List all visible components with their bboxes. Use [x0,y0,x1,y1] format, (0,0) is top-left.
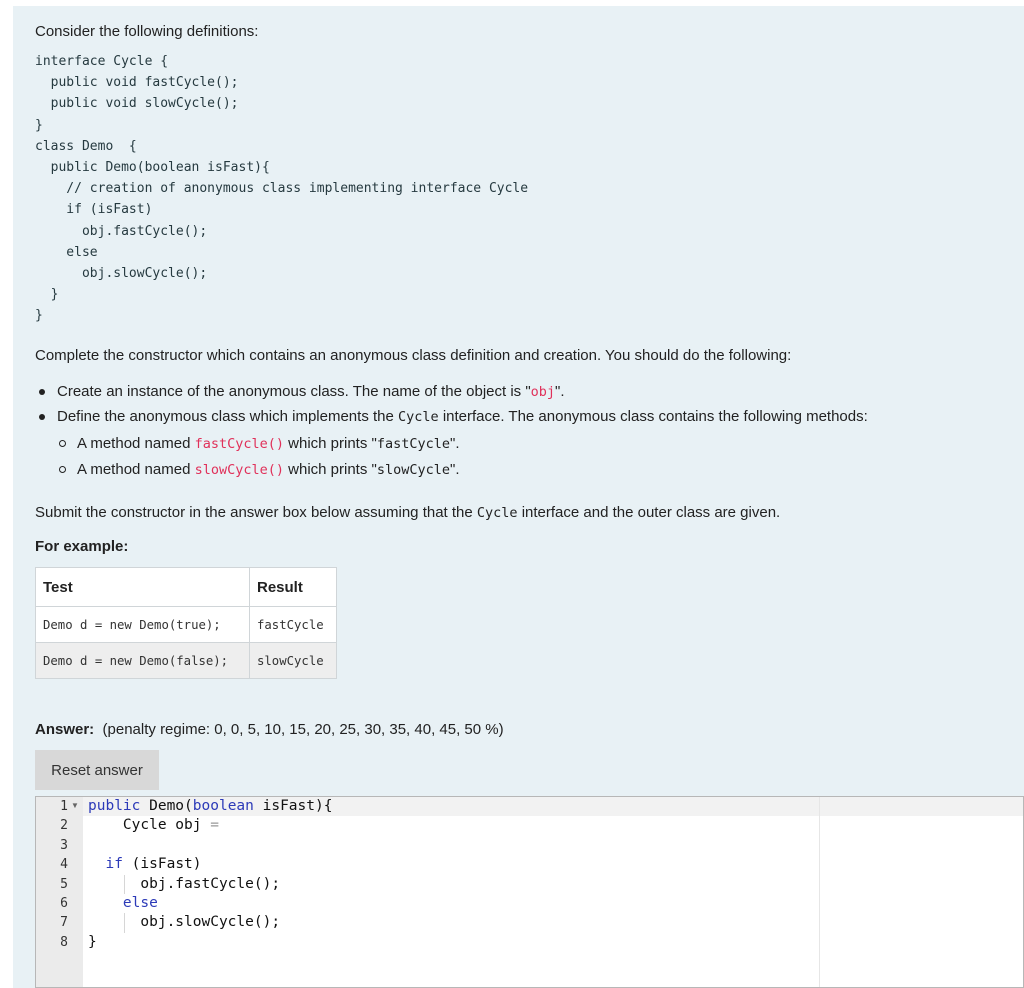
penalty-regime: (penalty regime: 0, 0, 5, 10, 15, 20, 25… [102,721,504,738]
fold-arrow-icon[interactable]: ▼ [71,801,79,810]
example-table: Test Result Demo d = new Demo(true); fas… [35,567,337,679]
print-margin [819,797,820,987]
editor-gutter: 1 2 3 4 5 6 7 8 ▼ [36,797,83,987]
task-item-create-instance: Create an instance of the anonymous clas… [37,379,868,404]
submit-instructions: Submit the constructor in the answer box… [35,504,781,521]
code-line: public void slowCycle(); [35,96,239,112]
answer-label-line: Answer: (penalty regime: 0, 0, 5, 10, 15… [35,721,504,738]
line-number: 4 [60,857,68,873]
editor-line: public Demo(boolean isFast){ [88,798,333,814]
question-panel: Consider the following definitions: inte… [13,6,1024,988]
inline-code: slowCycle [376,462,450,478]
editor-line: } [88,933,97,950]
inline-code: Cycle [476,505,518,521]
line-number: 3 [60,837,68,853]
line-number: 1 [60,799,68,814]
code-line: } [35,117,43,133]
code-line: if (isFast) [35,202,153,218]
table-cell-result: slowCycle [249,642,337,679]
code-line: // creation of anonymous class implement… [35,181,529,197]
inline-code: Cycle [398,409,439,425]
inline-code: slowCycle() [194,462,284,478]
table-header-row: Test Result [35,567,337,607]
table-header-result: Result [249,567,337,607]
method-list: A method named fastCycle() which prints … [57,431,460,483]
example-heading: For example: [35,538,129,555]
definitions-code-block: interface Cycle { public void fastCycle(… [35,51,528,327]
line-number: 2 [60,818,68,834]
code-line: } [35,287,59,303]
code-line: obj.slowCycle(); [35,266,208,282]
code-line: public void fastCycle(); [35,75,239,91]
editor-line: obj.slowCycle(); [88,914,281,931]
method-item-fastcycle: A method named fastCycle() which prints … [57,431,460,457]
table-row: Demo d = new Demo(false); slowCycle [35,642,337,679]
code-line: public Demo(boolean isFast){ [35,160,270,176]
line-number: 5 [60,876,68,892]
line-number: 7 [60,915,68,931]
inline-code: fastCycle() [194,436,284,452]
intro-text: Consider the following definitions: [35,23,259,40]
code-line: interface Cycle { [35,54,169,69]
editor-line: else [122,895,158,911]
code-line: obj.fastCycle(); [35,223,208,239]
reset-answer-button[interactable]: Reset answer [35,750,159,790]
answer-label: Answer: [35,721,95,738]
task-item-define-class: Define the anonymous class which impleme… [37,404,868,429]
method-item-slowcycle: A method named slowCycle() which prints … [57,457,460,483]
editor-line: if (isFast) [105,856,202,873]
task-list: Create an instance of the anonymous clas… [37,379,868,429]
editor-line: obj.fastCycle(); [88,875,281,892]
table-cell-test: Demo d = new Demo(false); [35,642,250,679]
line-number: 6 [60,896,68,911]
table-header-test: Test [35,567,250,607]
answer-code-editor[interactable]: 1 2 3 4 5 6 7 8 ▼ public Demo(boolean is… [35,796,1024,988]
instructions-text: Complete the constructor which contains … [35,347,792,364]
code-line: class Demo { [35,138,137,154]
table-row: Demo d = new Demo(true); fastCycle [35,606,337,643]
inline-code: obj [530,384,556,400]
editor-line: Cycle obj = [88,817,219,834]
inline-code: fastCycle [376,436,450,452]
table-cell-result: fastCycle [249,606,337,643]
line-number: 8 [60,934,68,950]
code-line: } [35,308,43,324]
code-line: else [35,244,98,260]
table-cell-test: Demo d = new Demo(true); [35,606,250,643]
